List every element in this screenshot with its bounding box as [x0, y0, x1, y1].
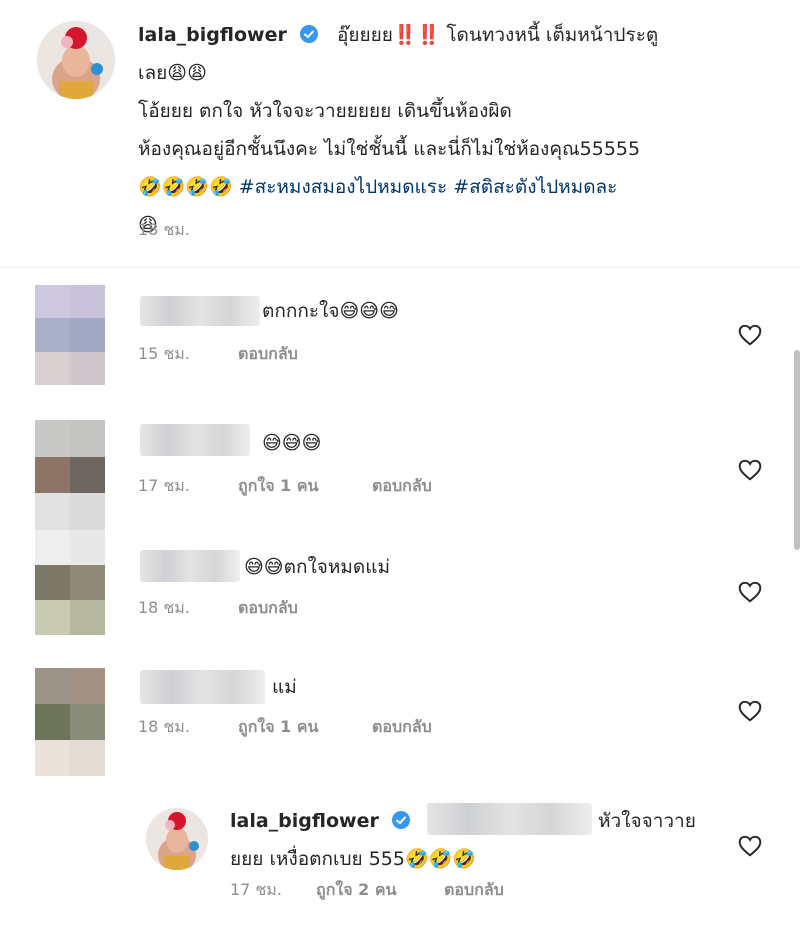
comment-avatar[interactable]	[35, 285, 105, 385]
reply-text-1: หัวใจจาวาย	[597, 810, 696, 832]
heart-icon[interactable]	[737, 457, 763, 483]
reply-time[interactable]: 17 ชม.	[230, 878, 282, 903]
comment-time[interactable]: 17 ชม.	[138, 474, 190, 499]
blurred-username	[140, 670, 265, 704]
reply-body: lala_bigflower หัวใจจาวาย ยยย เหงื่อตกเบ…	[230, 802, 730, 878]
verified-icon	[391, 811, 410, 829]
caption-line3: โอ้ยยย ตกใจ หัวใจจะวายยยยย เดินขึ้นห้องผ…	[138, 100, 512, 122]
post-avatar[interactable]	[37, 21, 115, 99]
likes-count[interactable]: ถูกใจ 1 คน	[238, 474, 318, 499]
caption-line1: อุ๊ยยยย	[337, 24, 393, 46]
heart-icon[interactable]	[737, 322, 763, 348]
post-username[interactable]: lala_bigflower	[138, 24, 287, 46]
scrollbar[interactable]	[794, 350, 800, 550]
hashtag-link-1[interactable]: #สะหมงสมองไปหมดแระ	[239, 176, 448, 198]
reply-button[interactable]: ตอบกลับ	[372, 474, 432, 499]
caption-line2: เลย😩😩	[138, 62, 207, 84]
blurred-username	[140, 296, 260, 326]
comment-text: ตกกกะใจ😅😅😅	[262, 300, 399, 322]
post-caption: lala_bigflower อุ๊ยยยย‼️‼️ โดนทวงหนี้ เต…	[138, 16, 778, 244]
reply-button[interactable]: ตอบกลับ	[238, 342, 298, 367]
reply-avatar[interactable]	[146, 808, 208, 870]
blurred-mention	[426, 803, 592, 835]
likes-count[interactable]: ถูกใจ 2 คน	[316, 878, 396, 903]
heart-icon[interactable]	[737, 833, 763, 859]
comment-time[interactable]: 18 ชม.	[138, 596, 190, 621]
comment-text: แม่	[272, 676, 297, 698]
comment-text: 😅😅ตกใจหมดแม่	[244, 556, 391, 578]
heart-icon[interactable]	[737, 579, 763, 605]
caption-line1-rest: โดนทวงหนี้ เต็มหน้าประตู	[446, 24, 659, 46]
reply-button[interactable]: ตอบกลับ	[444, 878, 504, 903]
divider	[0, 267, 800, 268]
caption-line4: ห้องคุณอยู่อีกชั้นนึงคะ ไม่ใช่ชั้นนี้ แล…	[138, 138, 641, 160]
comment-avatar[interactable]	[35, 420, 105, 530]
comment-text: 😅😅😅	[262, 432, 322, 454]
caption-line6: 😩	[138, 214, 158, 236]
blurred-username	[140, 424, 250, 456]
caption-emoji: 🤣🤣🤣🤣	[138, 176, 233, 198]
likes-count[interactable]: ถูกใจ 1 คน	[238, 715, 318, 740]
hashtag-link-2[interactable]: #สติสะตังไปหมดละ	[453, 176, 617, 198]
reply-text-2: ยยย เหงื่อตกเบย 555🤣🤣🤣	[230, 848, 476, 870]
blurred-username	[140, 550, 240, 582]
comment-time[interactable]: 18 ชม.	[138, 715, 190, 740]
heart-icon[interactable]	[737, 698, 763, 724]
reply-username[interactable]: lala_bigflower	[230, 810, 379, 832]
comment-avatar[interactable]	[35, 668, 105, 776]
comment-avatar[interactable]	[35, 530, 105, 635]
verified-icon	[299, 25, 318, 43]
reply-button[interactable]: ตอบกลับ	[372, 715, 432, 740]
reply-button[interactable]: ตอบกลับ	[238, 596, 298, 621]
comment-time[interactable]: 15 ชม.	[138, 342, 190, 367]
post-time[interactable]: 18 ชม.	[138, 218, 190, 243]
caption-marks: ‼️‼️	[392, 24, 441, 46]
